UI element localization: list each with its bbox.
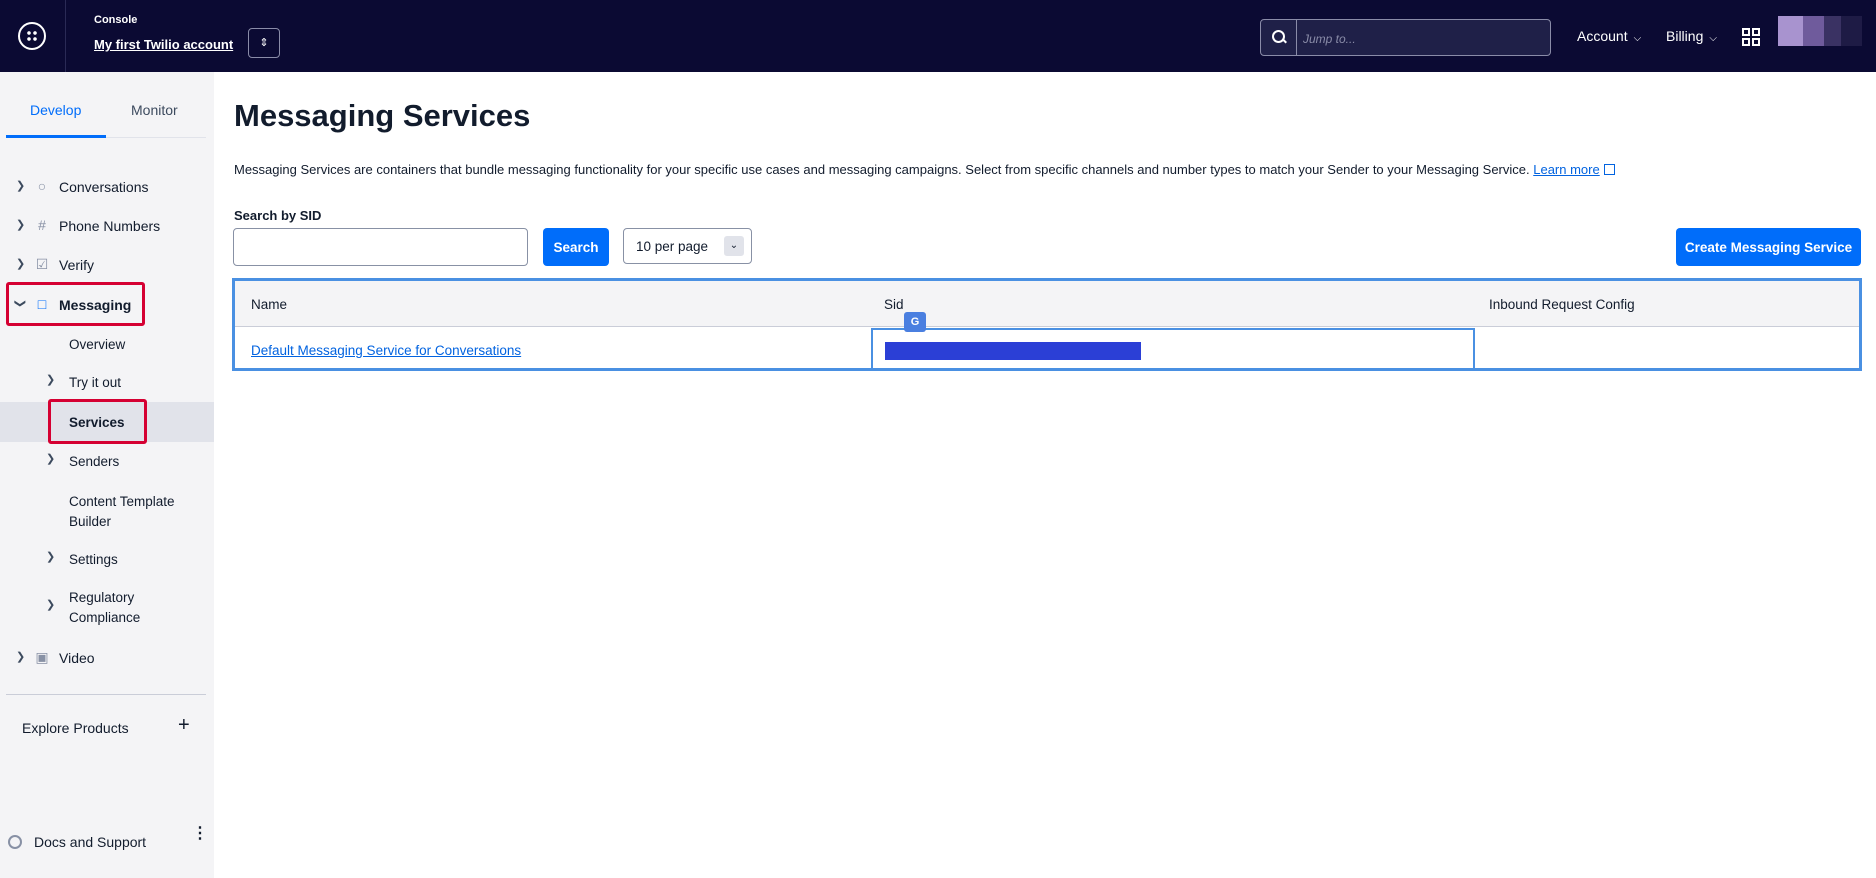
learn-more-link[interactable]: Learn more: [1533, 162, 1599, 177]
table-header: Name Sid Inbound Request Config: [235, 281, 1859, 327]
column-header-inbound-request-config: Inbound Request Config: [1489, 297, 1635, 312]
page-title: Messaging Services: [234, 98, 531, 133]
tab-develop[interactable]: Develop: [30, 102, 81, 118]
sidebar-subitem-label: Content Template Builder: [69, 494, 175, 529]
sidebar-item-label: Phone Numbers: [59, 218, 161, 234]
sidebar-subitem-senders[interactable]: ❯ Senders: [0, 446, 214, 474]
avatar[interactable]: [1778, 16, 1862, 46]
sidebar-subitem-regulatory-compliance[interactable]: ❯ Regulatory Compliance: [0, 582, 214, 630]
services-table: Name Sid Inbound Request Config Default …: [232, 278, 1862, 371]
account-menu-label: Account: [1577, 28, 1628, 44]
sidebar: Develop Monitor ❯ ○ Conversations ❯ # Ph…: [0, 72, 214, 878]
sidebar-item-label: Video: [59, 650, 95, 666]
services-highlight-box: [48, 399, 147, 444]
chevron-right-icon: ❯: [16, 651, 26, 663]
sidebar-item-label: Conversations: [59, 179, 149, 195]
sidebar-subitem-content-template-builder[interactable]: Content Template Builder: [0, 486, 214, 534]
search-icon: [1272, 30, 1285, 43]
search-icon-box: [1261, 20, 1297, 55]
search-by-sid-label: Search by SID: [234, 208, 322, 223]
account-name-link[interactable]: My first Twilio account: [94, 37, 233, 52]
chevron-right-icon: ❯: [46, 374, 56, 386]
sid-cell[interactable]: [871, 328, 1475, 370]
sidebar-item-phone-numbers[interactable]: ❯ # Phone Numbers: [0, 211, 214, 241]
tab-monitor[interactable]: Monitor: [131, 102, 178, 118]
switch-account-icon[interactable]: ⇕: [248, 28, 280, 58]
chevron-down-icon: ⌵: [1709, 33, 1717, 44]
top-bar: Console My first Twilio account ⇕ Accoun…: [0, 0, 1876, 72]
sidebar-subitem-try-it-out[interactable]: ❯ Try it out: [0, 367, 214, 395]
create-messaging-service-button[interactable]: Create Messaging Service: [1676, 228, 1861, 266]
column-header-name: Name: [251, 297, 288, 312]
kebab-menu-icon[interactable]: ⋮: [192, 826, 208, 842]
chevron-down-icon: ⌄: [724, 236, 744, 256]
chevron-right-icon: ❯: [46, 551, 56, 563]
plus-icon[interactable]: +: [178, 714, 190, 737]
chevron-right-icon: ❯: [46, 453, 56, 465]
hash-icon: #: [38, 217, 46, 233]
translate-icon[interactable]: G: [904, 312, 926, 332]
lifebuoy-icon: [8, 835, 22, 849]
service-name-link[interactable]: Default Messaging Service for Conversati…: [251, 343, 521, 358]
description-text: Messaging Services are containers that b…: [234, 162, 1530, 177]
sidebar-subitem-settings[interactable]: ❯ Settings: [0, 544, 214, 572]
sidebar-subitem-label: Senders: [69, 454, 120, 469]
sid-search-input[interactable]: [233, 228, 528, 266]
conversations-icon: ○: [37, 178, 47, 194]
jump-to-search[interactable]: [1260, 19, 1551, 57]
sidebar-subitem-label: Overview: [69, 337, 126, 352]
video-icon: ▣: [35, 649, 49, 665]
app-menu-icon[interactable]: [18, 22, 46, 50]
billing-menu[interactable]: Billing ⌵: [1666, 28, 1717, 44]
billing-menu-label: Billing: [1666, 28, 1704, 44]
external-link-icon: [1603, 164, 1615, 175]
topbar-divider: [65, 0, 66, 72]
explore-products-link[interactable]: Explore Products: [22, 720, 129, 736]
chevron-right-icon: ❯: [16, 180, 26, 192]
chevron-right-icon: ❯: [46, 599, 56, 611]
page-description: Messaging Services are containers that b…: [234, 162, 1615, 177]
sidebar-divider: [6, 694, 206, 695]
sidebar-item-video[interactable]: ❯ ▣ Video: [0, 643, 214, 673]
account-menu[interactable]: Account ⌵: [1577, 28, 1641, 44]
jump-to-input[interactable]: [1301, 20, 1545, 57]
per-page-select[interactable]: 10 per page ⌄: [623, 228, 752, 264]
sid-value-redacted[interactable]: [885, 342, 1141, 360]
sidebar-subitem-overview[interactable]: Overview: [0, 329, 214, 357]
column-header-sid: Sid: [884, 297, 904, 312]
chevron-down-icon: ⌵: [1633, 33, 1642, 44]
docs-and-support-link[interactable]: Docs and Support: [34, 834, 146, 850]
verify-icon: ☑: [35, 256, 49, 272]
sidebar-item-label: Verify: [59, 257, 95, 273]
apps-grid-icon[interactable]: [1742, 28, 1760, 46]
sidebar-item-verify[interactable]: ❯ ☑ Verify: [0, 250, 214, 280]
sidebar-subitem-label: Regulatory Compliance: [69, 590, 141, 625]
active-tab-indicator: [6, 135, 106, 138]
console-label: Console: [94, 14, 138, 26]
chevron-right-icon: ❯: [16, 219, 26, 231]
sidebar-item-conversations[interactable]: ❯ ○ Conversations: [0, 172, 214, 202]
search-button[interactable]: Search: [543, 228, 609, 266]
sidebar-subitem-label: Settings: [69, 552, 118, 567]
sidebar-subitem-label: Try it out: [69, 375, 122, 390]
messaging-highlight-box: [6, 282, 145, 326]
chevron-right-icon: ❯: [16, 258, 26, 270]
per-page-value: 10 per page: [636, 239, 709, 254]
